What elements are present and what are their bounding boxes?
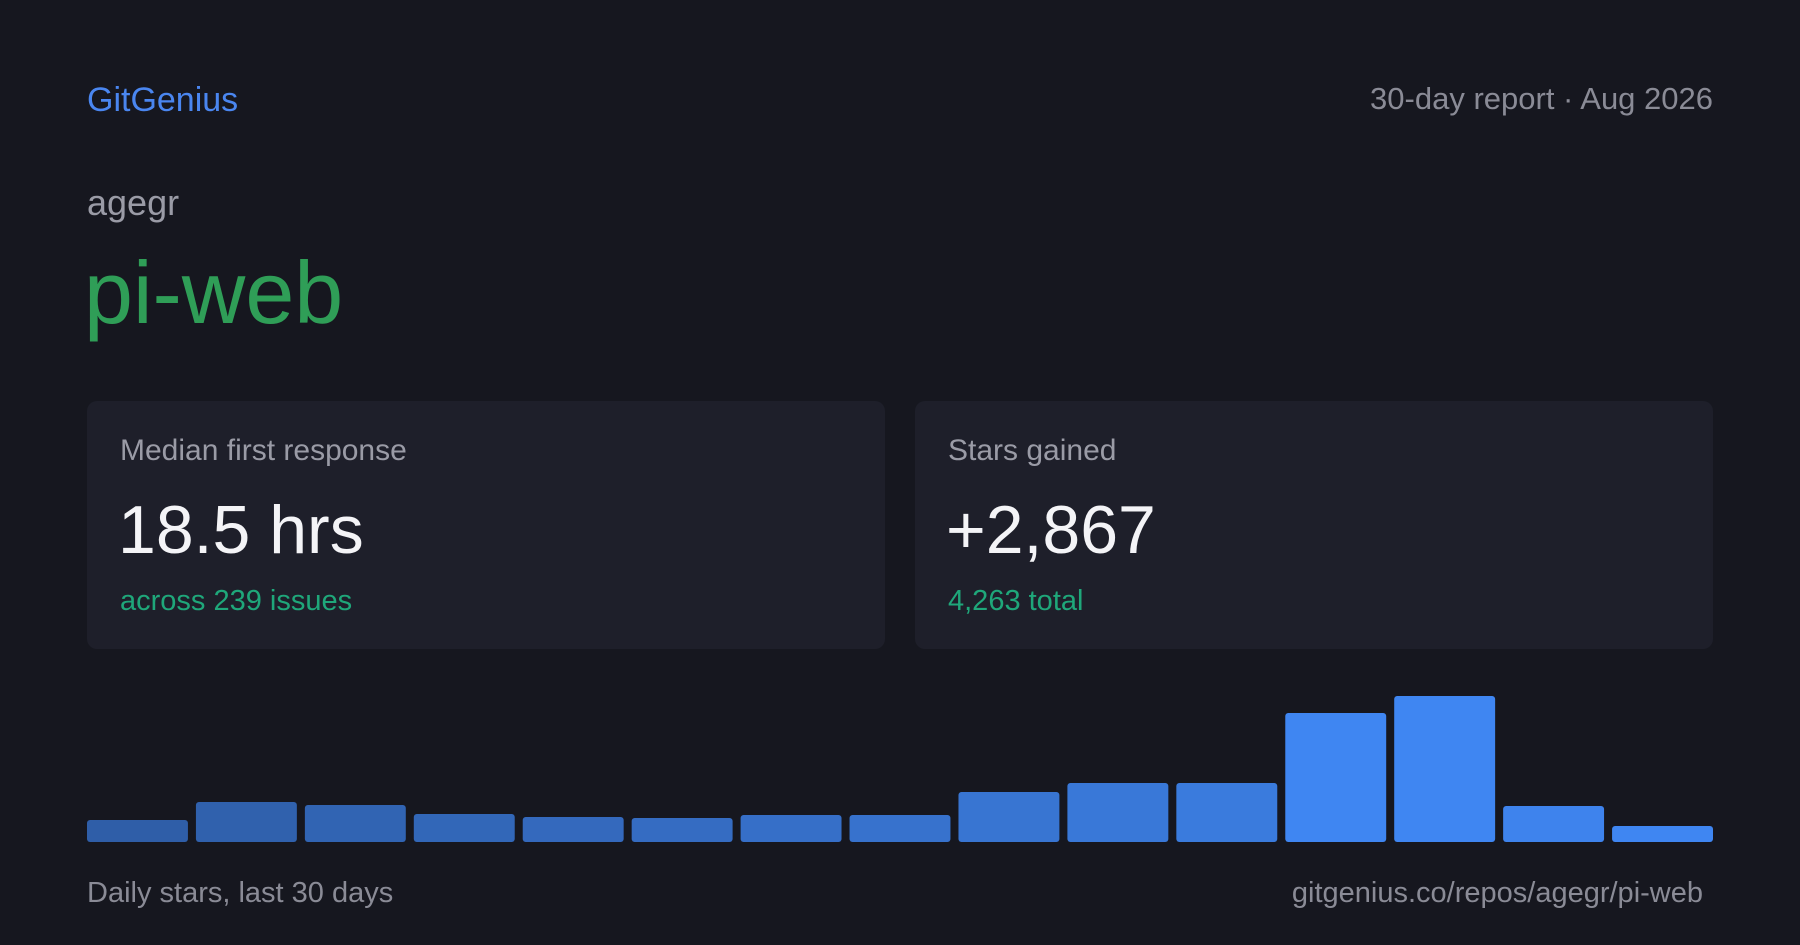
chart-bar	[631, 818, 733, 842]
chart-bar	[1612, 826, 1713, 842]
chart-bar	[413, 814, 515, 842]
chart-caption: Daily stars, last 30 days	[87, 877, 394, 909]
stat-subtext: across 239 issues	[120, 585, 353, 617]
brand-logo-text[interactable]: GitGenius	[87, 80, 238, 121]
stat-card-first-response: Median first response 18.5 hrs across 23…	[87, 401, 885, 649]
chart-bar	[1176, 783, 1278, 842]
chart-bar	[1067, 783, 1169, 842]
chart-bar	[522, 817, 624, 842]
chart-bar	[958, 792, 1060, 842]
chart-bar	[195, 802, 297, 842]
stat-subtext: 4,263 total	[948, 585, 1084, 617]
repo-name[interactable]: pi-web	[84, 240, 343, 346]
chart-bar	[87, 820, 188, 842]
chart-bar	[1503, 806, 1605, 842]
stat-card-stars-gained: Stars gained +2,867 4,263 total	[915, 401, 1713, 649]
chart-bar	[304, 805, 406, 842]
repo-url[interactable]: gitgenius.co/repos/agegr/pi-web	[1292, 876, 1703, 911]
repo-owner[interactable]: agegr	[87, 181, 179, 224]
report-period: 30-day report · Aug 2026	[1370, 81, 1713, 116]
stat-label: Median first response	[120, 434, 407, 467]
chart-bar	[740, 815, 842, 842]
daily-stars-chart	[87, 696, 1713, 842]
stat-value: 18.5 hrs	[118, 492, 364, 568]
chart-bar	[849, 815, 951, 842]
stat-value: +2,867	[946, 492, 1156, 568]
chart-bar	[1394, 696, 1496, 842]
chart-bar	[1285, 713, 1387, 842]
report-card: GitGenius 30-day report · Aug 2026 agegr…	[0, 0, 1800, 945]
stat-label: Stars gained	[948, 434, 1117, 467]
